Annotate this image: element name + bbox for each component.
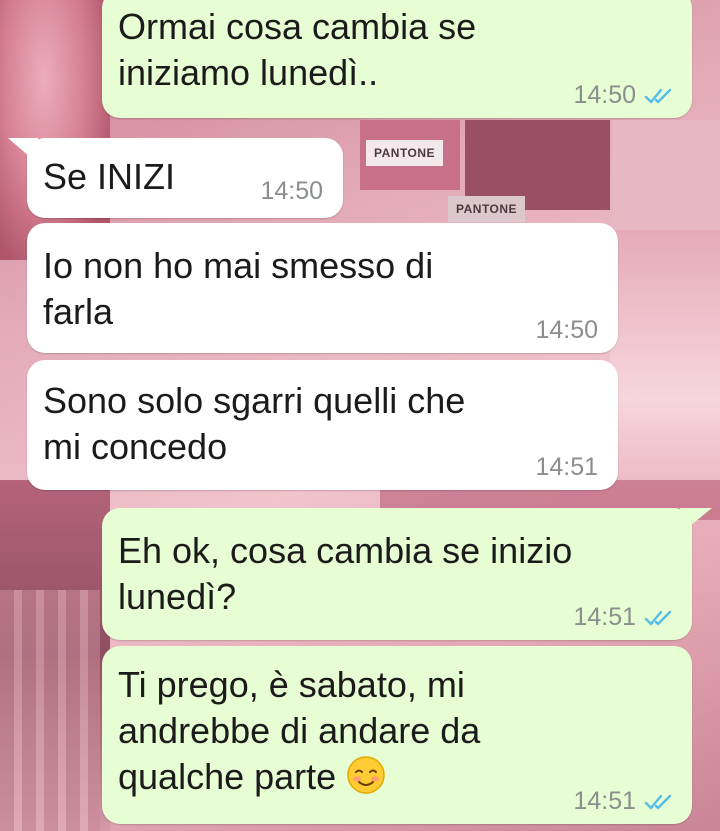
message-time: 14:50	[573, 81, 636, 109]
message-text: Io non ho mai smesso di farla	[43, 245, 434, 332]
message-meta: 14:51	[573, 605, 674, 630]
message-meta: 14:50	[573, 83, 674, 108]
chat-message-list[interactable]: Ormai cosa cambia se iniziamo lunedì.. 1…	[0, 0, 720, 831]
message-meta: 14:51	[535, 455, 598, 480]
message-time: 14:51	[573, 603, 636, 631]
message-bubble-incoming[interactable]: Se INIZI 14:50	[27, 138, 343, 218]
smiling-face-icon	[347, 756, 385, 794]
message-bubble-outgoing[interactable]: Eh ok, cosa cambia se inizio lunedì? 14:…	[102, 508, 692, 640]
message-time: 14:50	[535, 316, 598, 344]
double-check-icon	[644, 610, 672, 625]
message-meta: 14:50	[535, 318, 598, 343]
message-time: 14:50	[260, 177, 323, 205]
message-text: Sono solo sgarri quelli che mi concedo	[43, 380, 466, 467]
message-bubble-outgoing[interactable]: Ti prego, è sabato, mi andrebbe di andar…	[102, 646, 692, 824]
message-text-body: Ti prego, è sabato, mi andrebbe di andar…	[118, 664, 481, 797]
double-check-icon	[644, 794, 672, 809]
message-bubble-incoming[interactable]: Sono solo sgarri quelli che mi concedo 1…	[27, 360, 618, 490]
message-meta: 14:50	[260, 179, 323, 204]
double-check-icon	[644, 88, 672, 103]
message-meta: 14:51	[573, 789, 674, 814]
message-text: Ti prego, è sabato, mi andrebbe di andar…	[118, 652, 676, 800]
message-time: 14:51	[535, 453, 598, 481]
message-bubble-outgoing[interactable]: Ormai cosa cambia se iniziamo lunedì.. 1…	[102, 0, 692, 118]
message-bubble-incoming[interactable]: Io non ho mai smesso di farla 14:50	[27, 223, 618, 353]
message-time: 14:51	[573, 787, 636, 815]
